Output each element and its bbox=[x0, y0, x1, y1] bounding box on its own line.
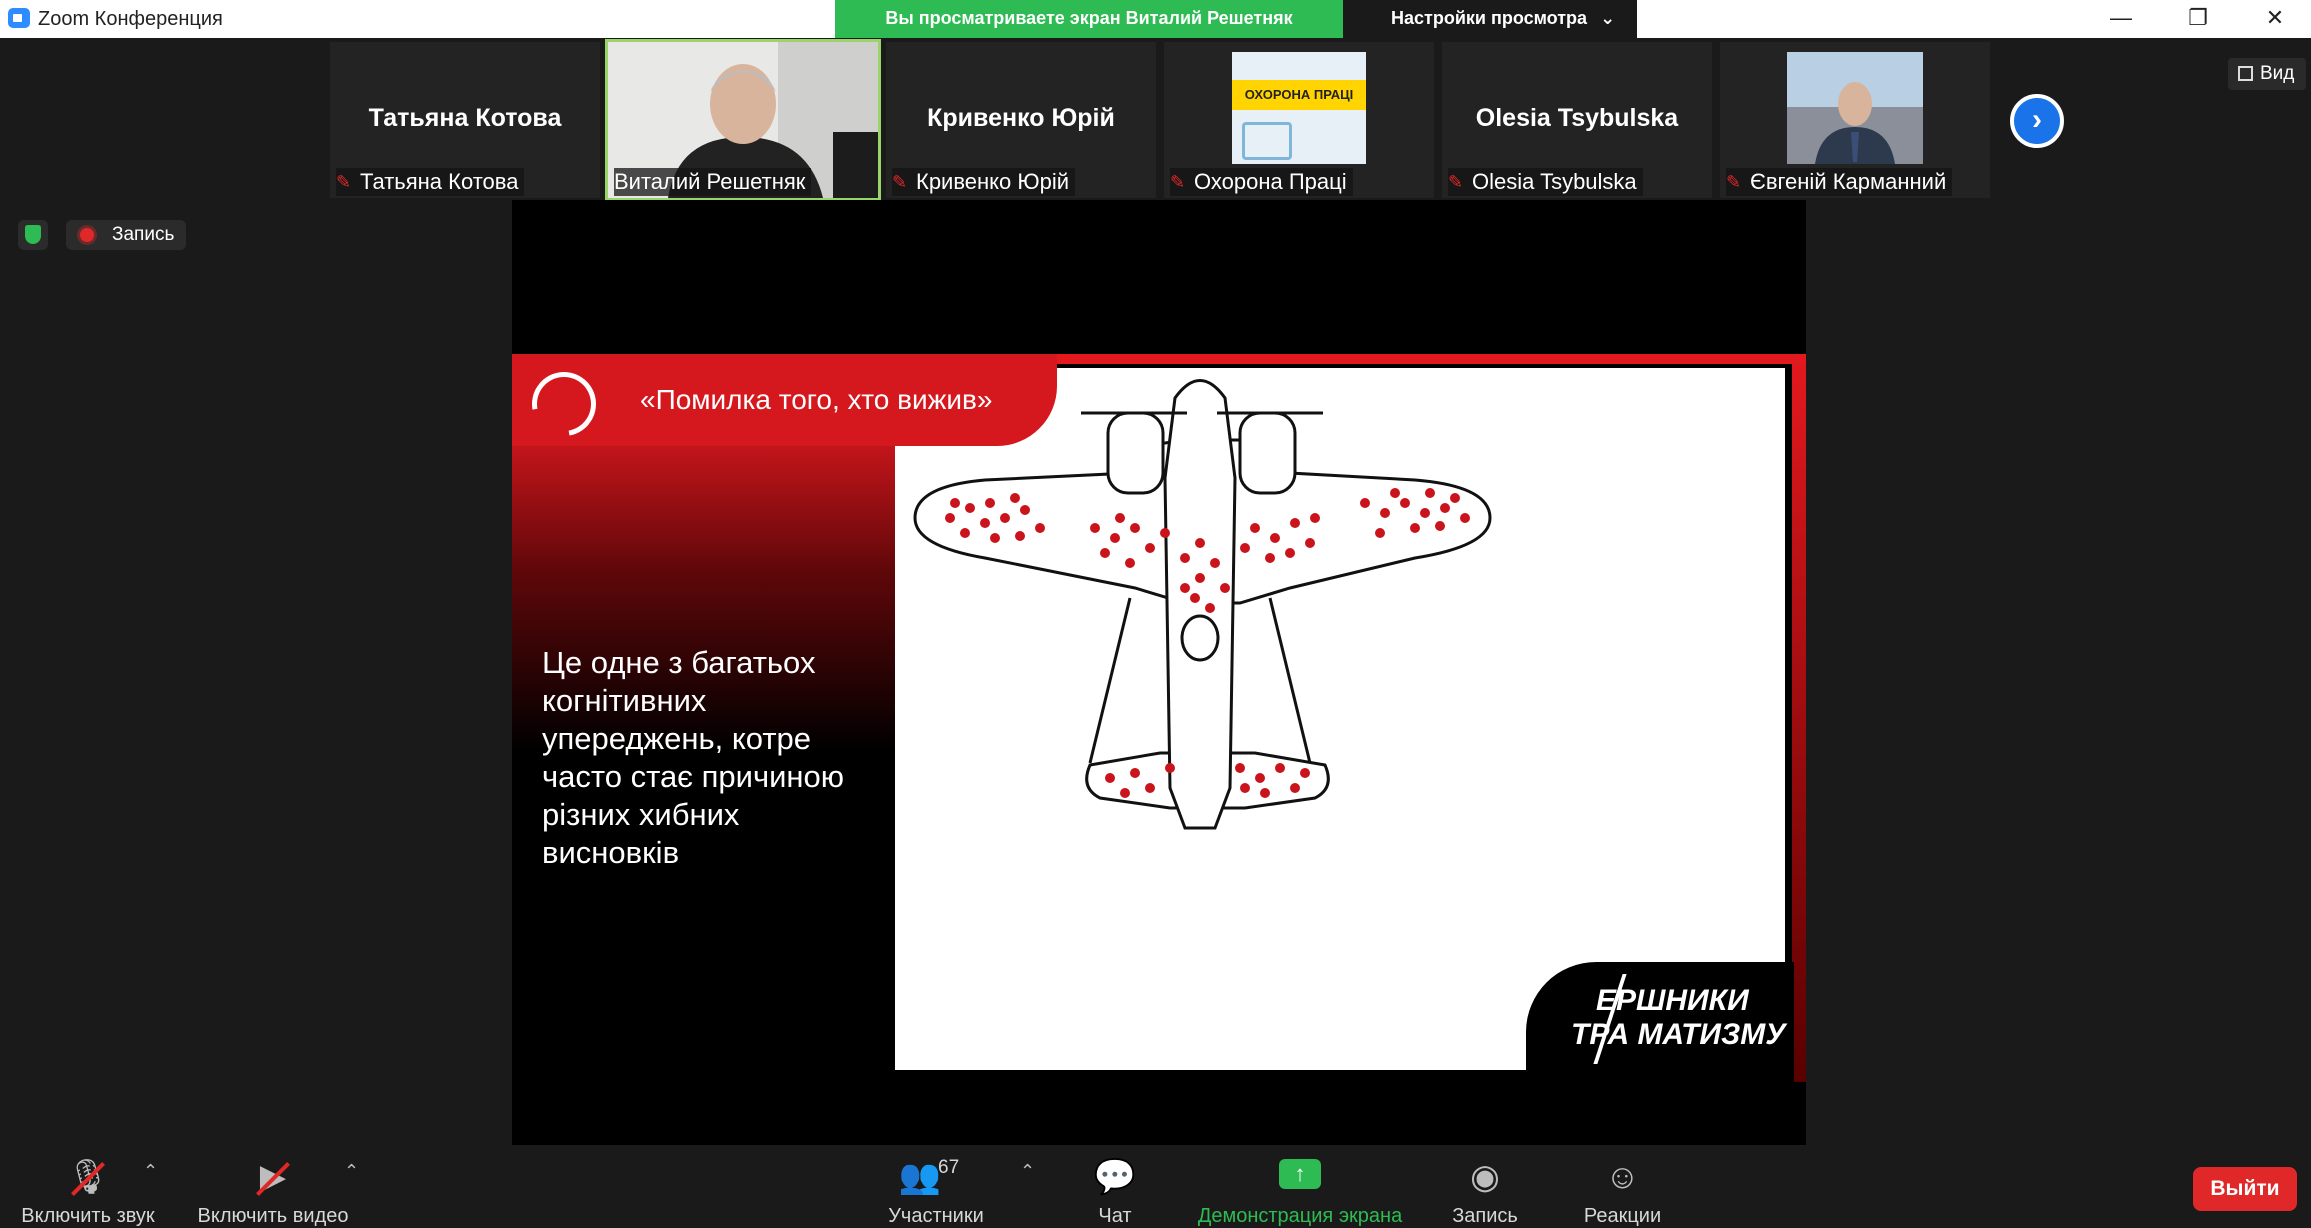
restore-button[interactable]: ❐ bbox=[2173, 2, 2223, 34]
view-options-dropdown[interactable]: Настройки просмотра ⌄ bbox=[1343, 0, 1637, 38]
avatar-image-text: ОХОРОНА ПРАЦІ bbox=[1232, 80, 1366, 110]
grid-icon bbox=[2238, 66, 2253, 81]
mic-muted-icon: ✎ bbox=[336, 172, 352, 192]
participants-count: 67 bbox=[938, 1157, 960, 1178]
title-bar: Zoom Конференция Вы просматриваете экран… bbox=[0, 0, 2311, 38]
brand-logo-line1: ЕРШНИКИ bbox=[1596, 984, 1749, 1017]
record-dot-icon bbox=[80, 228, 94, 242]
reactions-label: Реакции bbox=[1583, 1205, 1662, 1227]
record-icon: ◉ bbox=[1470, 1158, 1500, 1196]
brand-logo: ЕРШНИКИ ТРА МАТИЗМУ bbox=[1526, 962, 1794, 1082]
slide-right-accent bbox=[1792, 354, 1806, 1082]
participants-caret-icon[interactable]: ⌃ bbox=[1020, 1161, 1035, 1182]
participant-big-name: Olesia Tsybulska bbox=[1475, 104, 1679, 132]
security-shield-icon[interactable] bbox=[18, 220, 48, 250]
participant-tile[interactable]: ✎ Євгеній Карманний bbox=[1720, 42, 1990, 198]
mic-muted-icon: ✎ bbox=[892, 172, 908, 192]
participant-label: ✎ Татьяна Котова bbox=[336, 168, 525, 196]
chevron-right-icon: › bbox=[2032, 103, 2042, 136]
chat-bubble-icon: 💬 bbox=[1093, 1158, 1137, 1196]
participant-tile[interactable]: Татьяна Котова ✎ Татьяна Котова bbox=[330, 42, 600, 198]
app-title: Zoom Конференция bbox=[38, 8, 223, 30]
horseshoe-logo-icon bbox=[519, 359, 609, 449]
share-arrow-icon: ↑ bbox=[1279, 1159, 1321, 1189]
next-page-button[interactable]: › bbox=[2010, 94, 2064, 148]
participant-label: ✎ Охорона Праці bbox=[1170, 168, 1353, 196]
unmute-label: Включить звук bbox=[21, 1205, 155, 1227]
participant-label: ✎ Євгеній Карманний bbox=[1726, 168, 1953, 196]
participants-button[interactable]: 👥 67 Участники bbox=[876, 1145, 996, 1228]
recording-indicator[interactable]: Запись bbox=[66, 220, 186, 250]
slide-body-text: Це одне з багатьох когнітивних упереджен… bbox=[542, 645, 845, 870]
participant-tile[interactable]: ОХОРОНА ПРАЦІ ✎ Охорона Праці bbox=[1164, 42, 1434, 198]
participant-big-name: Татьяна Котова bbox=[368, 104, 562, 132]
participants-icon: 👥 bbox=[898, 1158, 942, 1196]
participant-tile-active[interactable]: Виталий Решетняк bbox=[605, 39, 881, 201]
leave-button[interactable]: Выйти bbox=[2193, 1167, 2297, 1211]
share-screen-button[interactable]: ↑ Демонстрация экрана bbox=[1190, 1145, 1410, 1228]
slide-title: «Помилка того, хто вижив» bbox=[640, 384, 993, 415]
record-label: Запись bbox=[1452, 1205, 1518, 1227]
mic-muted-icon: ✎ bbox=[1726, 172, 1742, 192]
start-video-label: Включить видео bbox=[197, 1205, 349, 1227]
brand-logo-line2: ТРА МАТИЗМУ bbox=[1571, 1018, 1786, 1051]
zoom-logo-icon bbox=[8, 8, 30, 28]
participant-avatar-image: ОХОРОНА ПРАЦІ bbox=[1232, 52, 1366, 164]
chat-label: Чат bbox=[1098, 1205, 1132, 1227]
mic-muted-icon: ✎ bbox=[1448, 172, 1464, 192]
shared-slide: «Помилка того, хто вижив» Це одне з бага… bbox=[512, 354, 1806, 1082]
view-button-label: Вид bbox=[2260, 63, 2295, 84]
participant-big-name: Кривенко Юрій bbox=[927, 104, 1115, 132]
view-button[interactable]: Вид bbox=[2228, 58, 2306, 90]
share-screen-label: Демонстрация экрана bbox=[1197, 1205, 1403, 1227]
record-button[interactable]: ◉ Запись bbox=[1440, 1145, 1530, 1228]
participant-label: Виталий Решетняк bbox=[614, 168, 812, 196]
slide-header: «Помилка того, хто вижив» bbox=[512, 354, 1057, 449]
video-options-caret-icon[interactable]: ⌃ bbox=[344, 1161, 359, 1182]
close-button[interactable]: ✕ bbox=[2250, 2, 2300, 34]
minimize-button[interactable]: — bbox=[2096, 2, 2146, 34]
audio-options-caret-icon[interactable]: ⌃ bbox=[143, 1161, 158, 1182]
chevron-down-icon: ⌄ bbox=[1600, 8, 1616, 28]
reactions-button[interactable]: ☺ Реакции bbox=[1575, 1145, 1670, 1228]
participants-label: Участники bbox=[888, 1205, 984, 1227]
mic-muted-icon: ✎ bbox=[1170, 172, 1186, 192]
participant-label: ✎ Кривенко Юрій bbox=[892, 168, 1076, 196]
smiley-plus-icon: ☺ bbox=[1605, 1158, 1640, 1196]
participant-video bbox=[1787, 52, 1923, 164]
start-video-button[interactable]: ▶ Включить видео bbox=[188, 1145, 358, 1228]
view-options-label: Настройки просмотра bbox=[1391, 8, 1588, 28]
participant-tile[interactable]: Olesia Tsybulska ✎ Olesia Tsybulska bbox=[1442, 42, 1712, 198]
unmute-button[interactable]: 🎙 Включить звук bbox=[10, 1145, 166, 1228]
participant-strip: Татьяна Котова ✎ Татьяна Котова Виталий Р… bbox=[330, 39, 1990, 201]
chat-button[interactable]: 💬 Чат bbox=[1075, 1145, 1155, 1228]
recording-label: Запись bbox=[112, 224, 175, 245]
participant-tile[interactable]: Кривенко Юрій ✎ Кривенко Юрій bbox=[886, 42, 1156, 198]
meeting-toolbar: 🎙 Включить звук ⌃ ▶ Включить видео ⌃ 👥 6… bbox=[0, 1145, 2311, 1228]
participant-label: ✎ Olesia Tsybulska bbox=[1448, 168, 1643, 196]
screen-share-banner: Вы просматриваете экран Виталий Решетняк bbox=[835, 0, 1343, 38]
